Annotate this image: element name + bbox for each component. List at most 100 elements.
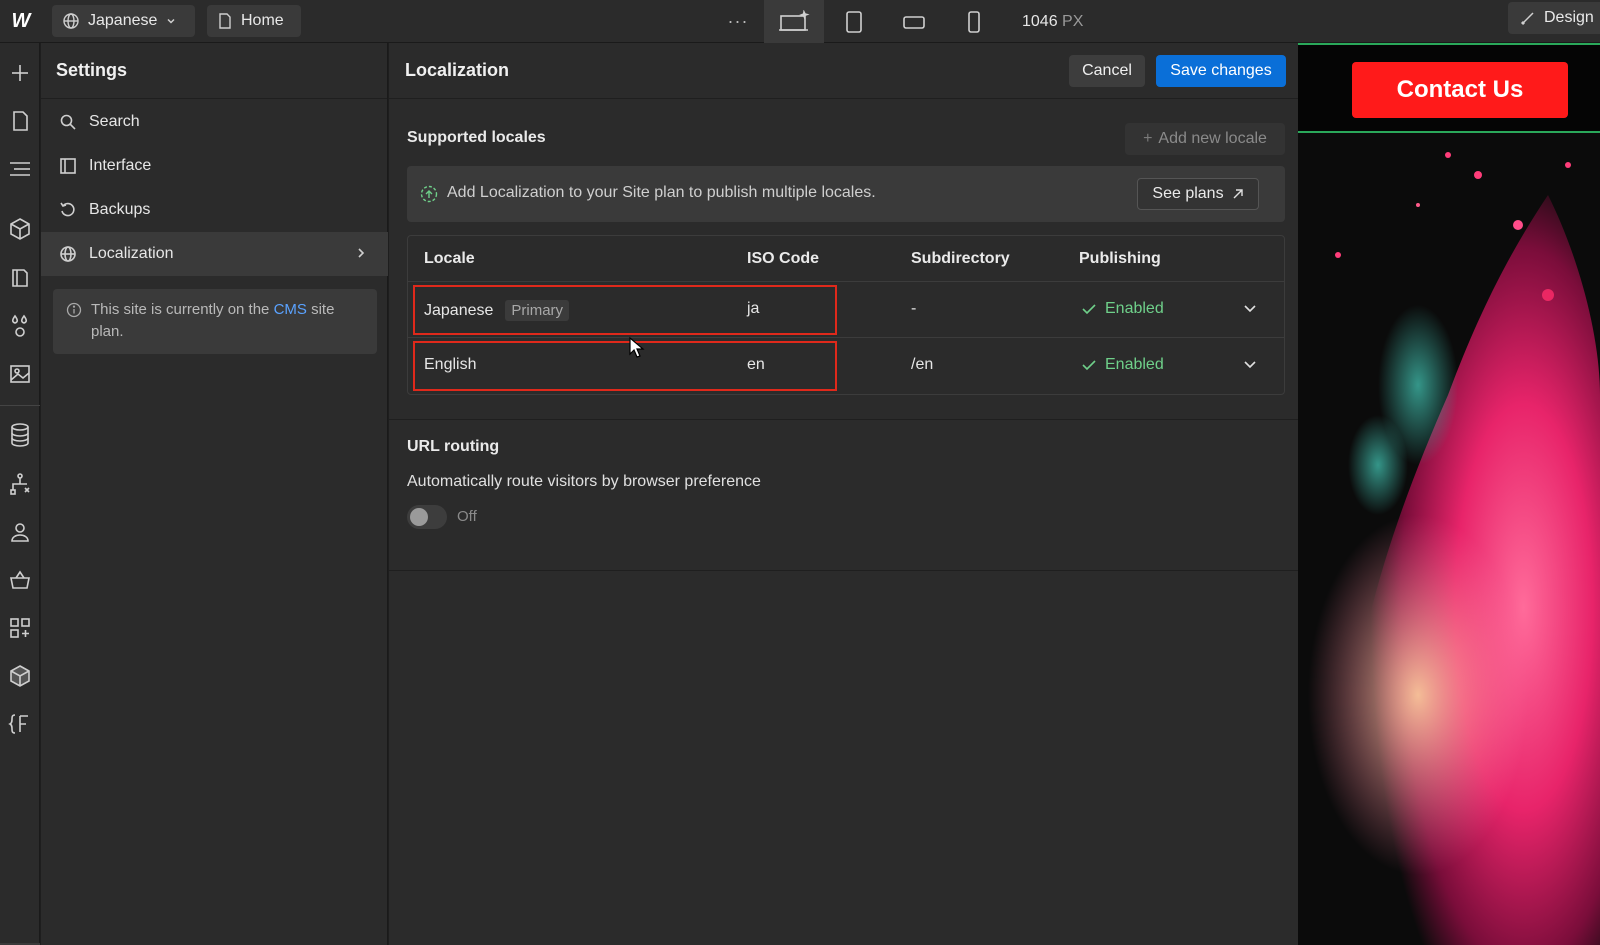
- publishing-status: Enabled: [1081, 300, 1164, 318]
- contact-us-button[interactable]: Contact Us: [1352, 62, 1568, 118]
- locales-table: Locale ISO Code Subdirectory Publishing …: [407, 235, 1285, 395]
- subdirectory-cell: -: [911, 300, 917, 317]
- webflow-logo[interactable]: W: [0, 0, 40, 43]
- user-icon: [11, 523, 29, 542]
- external-arrow-icon: [1233, 189, 1243, 199]
- ecommerce-button[interactable]: [6, 566, 34, 594]
- design-mode-button[interactable]: Design: [1508, 2, 1600, 34]
- locale-cell: Japanese Primary: [424, 300, 570, 321]
- column-header-locale: Locale: [424, 250, 475, 267]
- page-switcher[interactable]: Home: [207, 5, 301, 37]
- settings-nav-label: Search: [89, 113, 140, 130]
- supported-locales-heading: Supported locales: [407, 129, 546, 146]
- top-bar: W Japanese Home ··· 1046 PX Design: [0, 0, 1600, 43]
- variables-button[interactable]: [6, 312, 34, 340]
- publishing-status: Enabled: [1081, 356, 1164, 374]
- code-brace-icon: [8, 714, 28, 734]
- drops-icon: [11, 314, 28, 337]
- locale-cell: English: [424, 356, 477, 373]
- check-icon: [1082, 360, 1096, 371]
- globe-icon: [63, 13, 79, 29]
- table-row[interactable]: Japanese Primary ja - Enabled: [408, 282, 1284, 338]
- url-routing-state: Off: [457, 508, 477, 525]
- flow-icon: [10, 473, 30, 495]
- mobile-landscape-breakpoint-button[interactable]: [884, 0, 944, 43]
- image-icon: [10, 365, 30, 383]
- desktop-breakpoint-button[interactable]: [764, 0, 824, 43]
- locale-switcher[interactable]: Japanese: [52, 5, 195, 37]
- cube-icon: [10, 218, 30, 240]
- package-icon: [10, 665, 30, 687]
- check-icon: [1082, 304, 1096, 315]
- apps-icon: [10, 618, 30, 638]
- table-row[interactable]: English en /en Enabled: [408, 338, 1284, 394]
- canvas-width-readout[interactable]: 1046 PX: [1022, 13, 1083, 31]
- style-selectors-button[interactable]: [6, 264, 34, 292]
- url-routing-heading: URL routing: [407, 438, 500, 455]
- localization-header: Localization Cancel Save changes: [389, 43, 1298, 99]
- highlight-box: [413, 341, 837, 391]
- add-elements-button[interactable]: [6, 59, 34, 87]
- cms-plan-link[interactable]: CMS: [274, 301, 307, 318]
- users-button[interactable]: [6, 518, 34, 546]
- locale-switcher-label: Japanese: [88, 12, 158, 29]
- page-icon: [13, 111, 28, 131]
- save-changes-button[interactable]: Save changes: [1156, 55, 1286, 87]
- components-button[interactable]: [6, 215, 34, 243]
- settings-nav-backups[interactable]: Backups: [41, 188, 388, 232]
- design-mode-label: Design: [1544, 9, 1594, 26]
- mobile-portrait-breakpoint-button[interactable]: [944, 0, 1004, 43]
- info-icon: [66, 302, 82, 318]
- canvas-preview[interactable]: Contact Us: [1298, 43, 1600, 945]
- breakpoint-toolbar: ··· 1046 PX: [712, 0, 1083, 43]
- primary-badge: Primary: [505, 300, 570, 321]
- logic-button[interactable]: [6, 470, 34, 498]
- more-options-button[interactable]: ···: [712, 11, 764, 32]
- plus-icon: [12, 65, 28, 81]
- column-header-subdirectory: Subdirectory: [911, 250, 1010, 267]
- tablet-icon: [846, 10, 862, 33]
- section-divider: [389, 570, 1298, 571]
- assets-button[interactable]: [6, 360, 34, 388]
- navigator-button[interactable]: [6, 155, 34, 183]
- desktop-star-icon: [779, 9, 810, 31]
- globe-icon: [60, 246, 76, 262]
- mobile-portrait-icon: [968, 10, 980, 33]
- history-icon: [60, 202, 75, 217]
- apps-button[interactable]: [6, 614, 34, 642]
- settings-nav-label: Backups: [89, 201, 151, 218]
- see-plans-label: See plans: [1152, 185, 1224, 202]
- finsweet-button[interactable]: [6, 710, 34, 738]
- settings-nav-search[interactable]: Search: [41, 100, 388, 144]
- cancel-button[interactable]: Cancel: [1069, 55, 1145, 87]
- settings-nav-interface[interactable]: Interface: [41, 144, 388, 188]
- powder-explosion-image: [1298, 135, 1600, 945]
- add-new-locale-label: Add new locale: [1158, 130, 1267, 147]
- search-icon: [60, 114, 76, 130]
- cms-button[interactable]: [6, 421, 34, 449]
- book-icon: [12, 269, 28, 287]
- iso-cell: ja: [747, 300, 760, 317]
- pages-button[interactable]: [6, 107, 34, 135]
- database-icon: [11, 423, 29, 447]
- chevron-down-icon[interactable]: [1242, 300, 1258, 316]
- url-routing-description: Automatically route visitors by browser …: [407, 473, 761, 490]
- column-header-publishing: Publishing: [1079, 250, 1161, 267]
- preview-header: Contact Us: [1298, 43, 1600, 133]
- section-divider: [389, 419, 1298, 420]
- chevron-down-icon[interactable]: [1242, 356, 1258, 372]
- url-routing-toggle[interactable]: [407, 505, 447, 529]
- page-switcher-label: Home: [241, 12, 284, 29]
- plus-icon: +: [1143, 130, 1153, 147]
- tablet-breakpoint-button[interactable]: [824, 0, 884, 43]
- see-plans-button[interactable]: See plans: [1137, 178, 1259, 210]
- settings-nav-localization[interactable]: Localization: [41, 232, 388, 276]
- site-plan-note: This site is currently on the CMS site p…: [53, 289, 377, 354]
- iso-cell: en: [747, 356, 765, 373]
- packages-button[interactable]: [6, 662, 34, 690]
- mouse-cursor-icon: [629, 336, 645, 358]
- basket-icon: [10, 570, 30, 589]
- add-new-locale-button[interactable]: + Add new locale: [1125, 123, 1285, 155]
- settings-nav-label: Localization: [89, 245, 174, 262]
- localization-panel: Localization Cancel Save changes Support…: [389, 43, 1298, 945]
